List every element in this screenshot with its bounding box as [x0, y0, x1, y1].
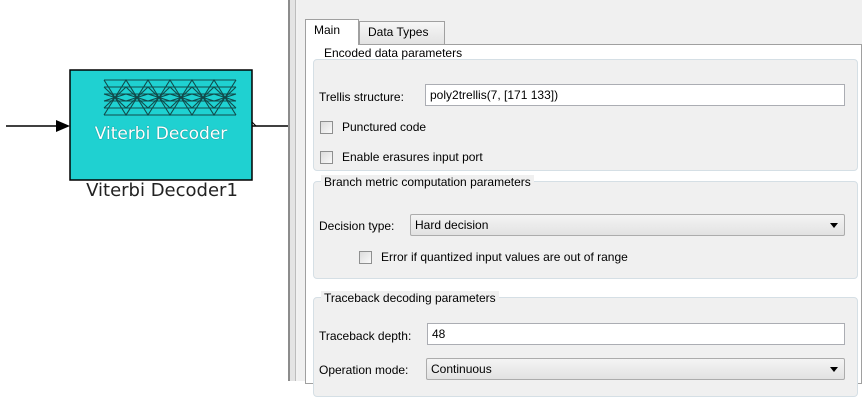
error-out-of-range-checkbox[interactable] — [359, 251, 372, 264]
pane-splitter[interactable] — [288, 0, 298, 381]
branch-metric-title: Branch metric computation parameters — [321, 175, 534, 189]
tab-data-types[interactable]: Data Types — [359, 21, 445, 44]
block-parameters-dialog: Main Data Types Encoded data parameters … — [298, 0, 862, 397]
encoded-data-title: Encoded data parameters — [324, 46, 463, 60]
traceback-title: Traceback decoding parameters — [321, 291, 499, 305]
branch-metric-group: Branch metric computation parameters Dec… — [313, 175, 858, 279]
operation-mode-label: Operation mode: — [319, 363, 409, 377]
traceback-depth-input[interactable]: 48 — [427, 323, 845, 345]
encoded-data-group: Encoded data parameters Trellis structur… — [313, 46, 858, 171]
operation-mode-select[interactable]: Continuous — [426, 358, 845, 380]
block-name-label[interactable]: Viterbi Decoder1 — [60, 180, 264, 201]
block-inner-label: Viterbi Decoder — [94, 124, 228, 144]
model-canvas: Viterbi Decoder Viterbi Decoder1 — [0, 0, 290, 381]
error-out-of-range-label[interactable]: Error if quantized input values are out … — [381, 250, 628, 264]
punctured-code-checkbox[interactable] — [320, 121, 333, 134]
operation-mode-value: Continuous — [431, 362, 492, 376]
chevron-down-icon — [830, 367, 838, 372]
punctured-code-label[interactable]: Punctured code — [342, 120, 426, 134]
input-arrow — [56, 120, 70, 132]
decision-type-value: Hard decision — [415, 218, 489, 232]
decision-type-select[interactable]: Hard decision — [410, 214, 845, 236]
enable-erasures-checkbox[interactable] — [320, 151, 333, 164]
traceback-depth-label: Traceback depth: — [319, 329, 412, 343]
trellis-structure-input[interactable]: poly2trellis(7, [171 133]) — [425, 84, 845, 106]
chevron-down-icon — [830, 223, 838, 228]
traceback-group: Traceback decoding parameters Traceback … — [313, 291, 858, 397]
tab-main[interactable]: Main — [305, 19, 359, 45]
enable-erasures-label[interactable]: Enable erasures input port — [342, 150, 483, 164]
main-tab-panel: Encoded data parameters Trellis structur… — [305, 44, 862, 397]
decision-type-label: Decision type: — [319, 219, 395, 233]
trellis-structure-label: Trellis structure: — [319, 90, 404, 104]
